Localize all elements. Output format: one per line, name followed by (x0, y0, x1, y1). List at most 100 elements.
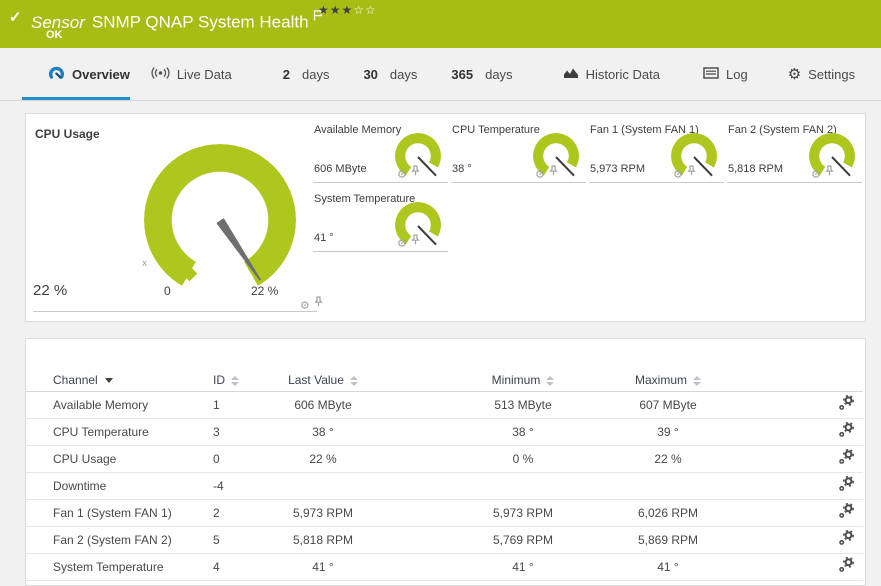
mini-gauge-available-memory: Available Memory 606 MByte ⚙ (313, 122, 448, 183)
channel-minimum: 41 ° (368, 553, 618, 581)
channel-settings-icon[interactable] (838, 529, 854, 549)
channel-name: Fan 1 (System FAN 1) (26, 499, 212, 527)
gauge-actions: ⚙ (397, 163, 420, 181)
table-row: Available Memory 1 606 MByte 513 MByte 6… (26, 391, 863, 419)
tab-log[interactable]: Log (703, 48, 748, 100)
gauge-actions: ⚙ (673, 163, 696, 181)
gauge-actions: ⚙ (397, 232, 420, 250)
channel-minimum: 5,769 RPM (368, 526, 618, 554)
gauge-actions: ⚙ (535, 163, 558, 181)
gauge-scale-max: 22 % (251, 284, 279, 298)
gauge-title: Fan 1 (System FAN 1) (590, 124, 699, 136)
pin-icon[interactable] (411, 232, 420, 250)
gear-icon[interactable]: ⚙ (397, 170, 407, 181)
gauge-ring (144, 144, 296, 296)
gear-icon: ⚙ (787, 65, 802, 83)
channel-settings-icon[interactable] (838, 448, 854, 468)
column-header-last-value[interactable]: Last Value (278, 369, 368, 392)
mini-gauge-system-temperature: System Temperature 41 ° ⚙ (313, 191, 448, 252)
column-header-minimum[interactable]: Minimum (368, 369, 618, 392)
tab-label: Historic Data (585, 66, 660, 82)
channel-minimum: 5,973 RPM (368, 499, 618, 527)
sort-icon (693, 375, 701, 386)
gear-icon[interactable]: ⚙ (397, 239, 407, 250)
status-badge: OK (46, 29, 63, 41)
channel-minimum: 0 % (368, 445, 618, 473)
gear-icon[interactable]: ⚙ (811, 170, 821, 181)
gear-icon[interactable]: ⚙ (535, 170, 545, 181)
mini-gauges-grid: Available Memory 606 MByte ⚙ CPU Tempera… (313, 122, 862, 252)
star-empty-icons[interactable]: ☆☆ (353, 3, 377, 17)
column-header-channel[interactable]: Channel (26, 369, 212, 392)
gauge-value: 5,973 RPM (590, 163, 646, 175)
channel-minimum (368, 472, 618, 500)
tab-historic-data[interactable]: Historic Data (563, 48, 660, 100)
channel-id: 3 (212, 418, 278, 446)
channel-settings-icon[interactable] (838, 556, 854, 576)
channel-name: CPU Temperature (26, 418, 212, 446)
historic-data-icon (563, 66, 579, 82)
mini-gauge-fan-2: Fan 2 (System FAN 2) 5,818 RPM ⚙ (727, 122, 862, 183)
gauge-value: 38 ° (452, 163, 472, 175)
gauge-value: 41 ° (314, 232, 334, 244)
page-title: Sensor SNMP QNAP System Health (31, 6, 323, 33)
table-header-row: Channel ID Last Value Minimum Maximum (26, 369, 863, 392)
tab-settings[interactable]: ⚙ Settings (788, 48, 855, 100)
channel-settings-icon[interactable] (838, 394, 854, 414)
tab-number: 30 (363, 66, 378, 82)
pin-icon[interactable] (314, 294, 323, 312)
table-row: Downtime -4 (26, 472, 863, 500)
tab-2-days[interactable]: 2 days (283, 48, 330, 100)
tab-label: Live Data (176, 66, 232, 82)
channel-id: 5 (212, 526, 278, 554)
channel-settings-icon[interactable] (838, 475, 854, 495)
channel-name: Fan 2 (System FAN 2) (26, 526, 212, 554)
gear-icon[interactable]: ⚙ (673, 170, 683, 181)
channel-last-value: 606 MByte (278, 391, 368, 419)
pin-icon[interactable] (411, 163, 420, 181)
tab-label: days (485, 66, 513, 82)
priority-stars[interactable]: ★★★☆☆ (318, 3, 377, 17)
tab-bar: Overview Live Data 2 days 30 days 365 days … (0, 48, 881, 101)
channel-settings-icon[interactable] (838, 502, 854, 522)
pin-icon[interactable] (825, 163, 834, 181)
channel-id: 1 (212, 391, 278, 419)
mini-gauge-fan-1: Fan 1 (System FAN 1) 5,973 RPM ⚙ (589, 122, 724, 183)
channel-settings-icon[interactable] (838, 421, 854, 441)
tab-label: days (301, 66, 330, 82)
tab-live-data[interactable]: Live Data (151, 48, 232, 100)
channel-last-value: 22 % (278, 445, 368, 473)
pin-icon[interactable] (687, 163, 696, 181)
column-header-maximum[interactable]: Maximum (618, 369, 778, 392)
channel-name: CPU Usage (26, 445, 212, 473)
tab-label: Settings (808, 66, 856, 82)
star-filled-icons[interactable]: ★★★ (318, 3, 353, 17)
gauge-title: Available Memory (314, 124, 402, 136)
channel-maximum: 6,026 RPM (618, 499, 778, 527)
channels-table: Channel ID Last Value Minimum Maximum Av… (26, 369, 863, 581)
gauge-title: Fan 2 (System FAN 2) (728, 124, 837, 136)
gear-icon[interactable]: ⚙ (300, 301, 310, 312)
table-row: CPU Usage 0 22 % 0 % 22 % (26, 445, 863, 473)
gauge-title: CPU Temperature (452, 124, 540, 136)
gauge-scale-marker: x (142, 258, 147, 269)
table-row: Fan 1 (System FAN 1) 2 5,973 RPM 5,973 R… (26, 499, 863, 527)
mini-gauge-cpu-temperature: CPU Temperature 38 ° ⚙ (451, 122, 586, 183)
channel-last-value: 38 ° (278, 418, 368, 446)
gauge-actions: ⚙ (811, 163, 834, 181)
channel-last-value: 5,818 RPM (278, 526, 368, 554)
gauge-title: CPU Usage (35, 127, 100, 141)
pin-icon[interactable] (549, 163, 558, 181)
table-row: System Temperature 4 41 ° 41 ° 41 ° (26, 553, 863, 581)
channel-maximum: 39 ° (618, 418, 778, 446)
column-header-id[interactable]: ID (212, 369, 278, 392)
tab-number: 2 (282, 66, 290, 82)
tab-overview[interactable]: Overview (22, 48, 130, 100)
status-ok-check-icon: ✓ (9, 9, 22, 26)
channel-id: -4 (212, 472, 278, 500)
sort-icon (546, 375, 555, 386)
tab-label: days (389, 66, 418, 82)
channel-id: 0 (212, 445, 278, 473)
tab-30-days[interactable]: 30 days (363, 48, 417, 100)
tab-365-days[interactable]: 365 days (451, 48, 512, 100)
